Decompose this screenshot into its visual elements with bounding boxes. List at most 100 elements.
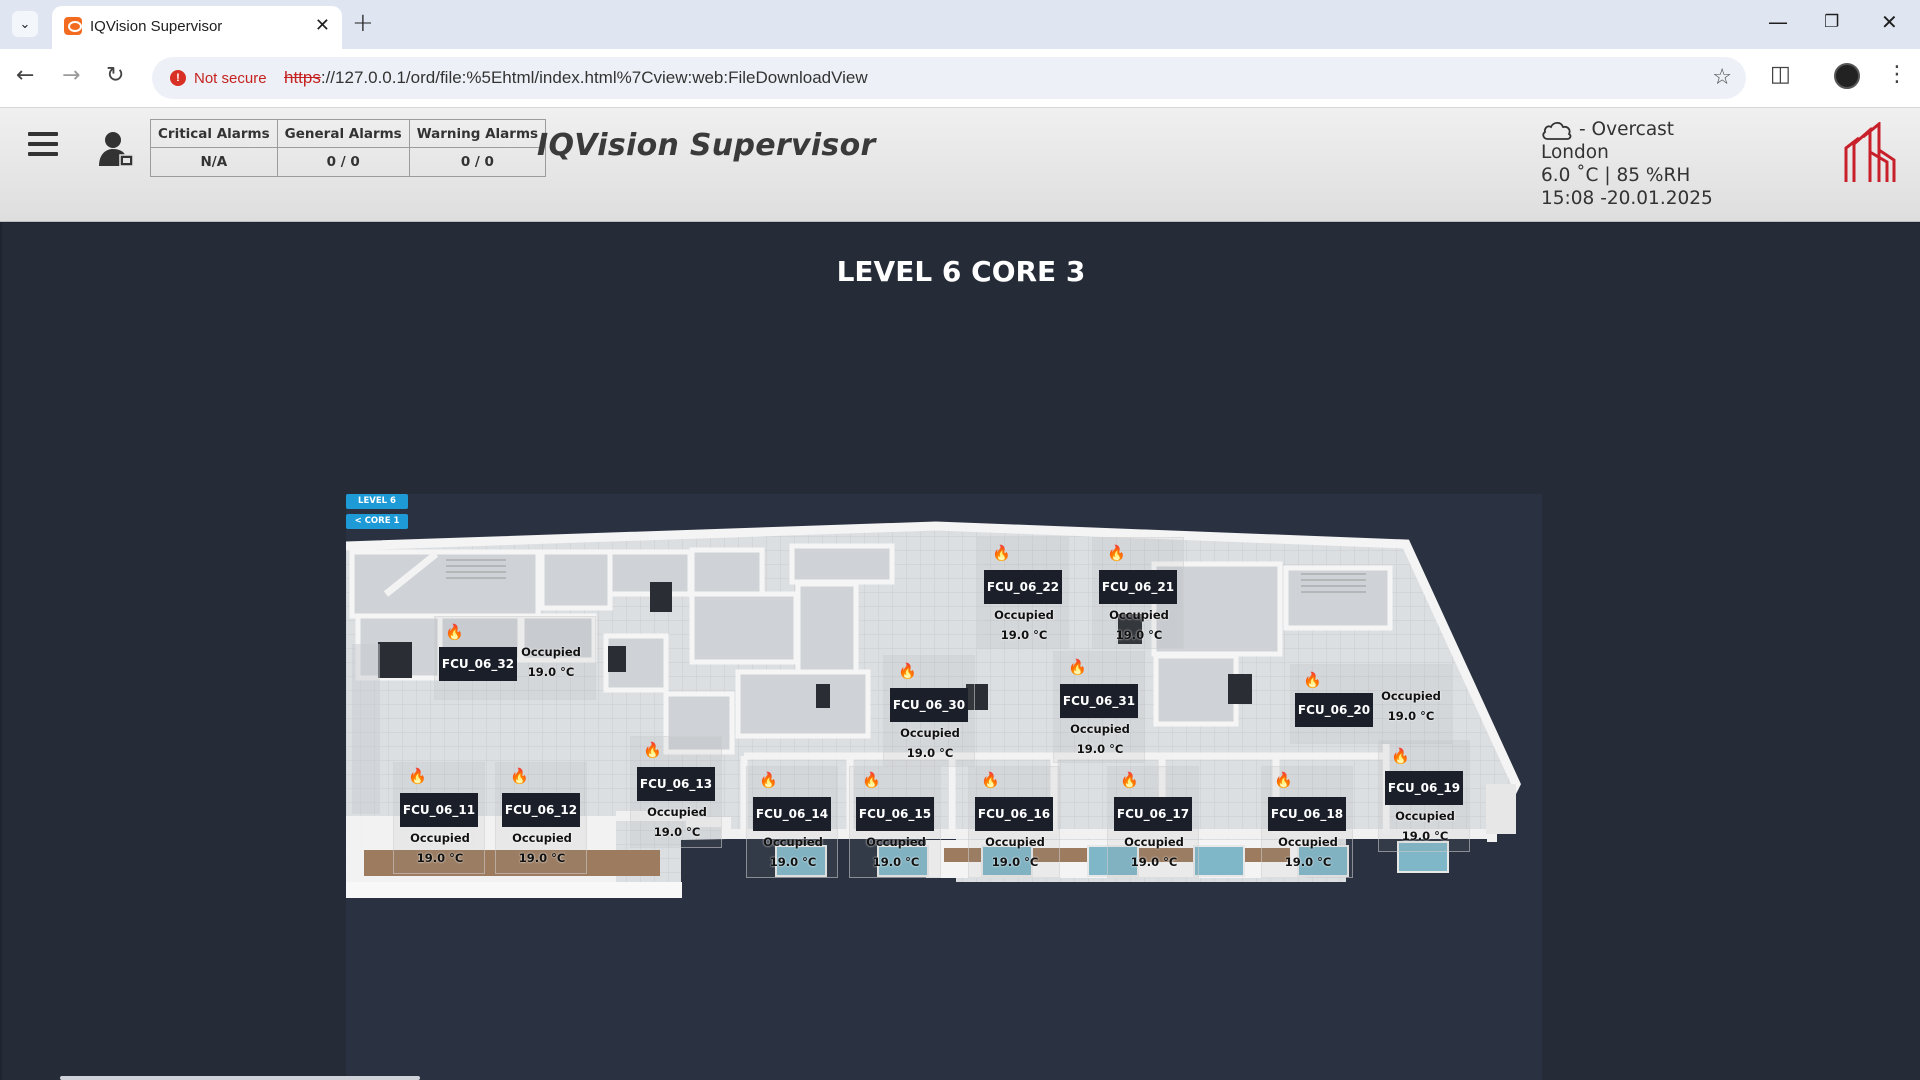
- fcu-temperature: 19.0 °C: [518, 851, 566, 865]
- fcu-name: FCU_06_12: [502, 793, 580, 827]
- heating-flame-icon: 🔥: [643, 741, 662, 759]
- heating-flame-icon: 🔥: [1120, 771, 1139, 789]
- close-tab-icon[interactable]: ✕: [315, 15, 330, 36]
- general-alarms-value[interactable]: 0 / 0: [276, 147, 410, 177]
- fcu-temperature: 19.0 °C: [991, 855, 1039, 869]
- fcu-tile[interactable]: 🔥 FCU_06_17 Occupied 19.0 °C: [1107, 766, 1199, 878]
- heating-flame-icon: 🔥: [510, 767, 529, 785]
- fcu-status: Occupied: [1381, 689, 1441, 703]
- user-settings-icon[interactable]: [98, 130, 134, 168]
- fcu-status: Occupied: [900, 726, 960, 740]
- url-text[interactable]: https://127.0.0.1/ord/file:%5Ehtml/index…: [284, 68, 868, 88]
- weather-panel: - Overcast London 6.0 ˚C | 85 %RH 15:08 …: [1541, 118, 1713, 210]
- fcu-status: Occupied: [1278, 835, 1338, 849]
- heating-flame-icon: 🔥: [1391, 747, 1410, 765]
- security-label: Not secure: [194, 69, 267, 87]
- weather-condition: - Overcast: [1579, 119, 1675, 140]
- fcu-tile[interactable]: 🔥 FCU_06_15 Occupied 19.0 °C: [849, 766, 941, 878]
- fcu-status: Occupied: [1109, 608, 1169, 622]
- fcu-temperature: 19.0 °C: [1284, 855, 1332, 869]
- fcu-tile[interactable]: 🔥 FCU_06_21 Occupied 19.0 °C: [1092, 537, 1184, 649]
- fcu-temperature: 19.0 °C: [1076, 742, 1124, 756]
- heating-flame-icon: 🔥: [408, 767, 427, 785]
- bookmark-star-icon[interactable]: ☆: [1712, 65, 1732, 90]
- heating-flame-icon: 🔥: [1274, 771, 1293, 789]
- fcu-temperature: 19.0 °C: [769, 855, 817, 869]
- fcu-status: Occupied: [512, 831, 572, 845]
- warning-alarms-header[interactable]: Warning Alarms: [408, 119, 547, 148]
- fcu-status: Occupied: [1395, 809, 1455, 823]
- fcu-status: Occupied: [1124, 835, 1184, 849]
- general-alarms-header[interactable]: General Alarms: [276, 119, 410, 148]
- fcu-temperature: 19.0 °C: [653, 825, 701, 839]
- fcu-temperature: 19.0 °C: [1000, 628, 1048, 642]
- fcu-status: Occupied: [763, 835, 823, 849]
- fcu-name: FCU_06_20: [1295, 693, 1373, 727]
- reload-icon[interactable]: ↻: [106, 63, 124, 88]
- hamburger-menu-icon[interactable]: [28, 132, 58, 162]
- heating-flame-icon: 🔥: [898, 662, 917, 680]
- fcu-status: Occupied: [647, 805, 707, 819]
- close-window-icon[interactable]: ✕: [1881, 10, 1898, 34]
- building-logo-icon[interactable]: [1843, 122, 1897, 184]
- warning-alarms-value[interactable]: 0 / 0: [408, 147, 547, 177]
- back-icon[interactable]: ←: [16, 63, 34, 88]
- page-title: LEVEL 6 CORE 3: [836, 255, 1086, 288]
- fcu-name: FCU_06_16: [975, 797, 1053, 831]
- profile-avatar[interactable]: [1834, 63, 1860, 89]
- fcu-tile[interactable]: 🔥 FCU_06_13 Occupied 19.0 °C: [630, 736, 722, 848]
- fcu-temperature: 19.0 °C: [1130, 855, 1178, 869]
- tab-list-dropdown-icon[interactable]: ⌄: [12, 11, 38, 37]
- alarm-summary-table[interactable]: Critical Alarms General Alarms Warning A…: [150, 119, 547, 177]
- fcu-status: Occupied: [1070, 722, 1130, 736]
- new-tab-icon[interactable]: +: [352, 8, 374, 38]
- weather-reading: 6.0 ˚C | 85 %RH: [1541, 165, 1691, 186]
- browser-toolbar: ← → ↻ ! Not secure https://127.0.0.1/ord…: [0, 49, 1920, 108]
- fcu-tile[interactable]: 🔥 FCU_06_20 Occupied 19.0 °C: [1290, 664, 1452, 744]
- fcu-tile[interactable]: 🔥 FCU_06_11 Occupied 19.0 °C: [393, 762, 485, 874]
- horizontal-scrollbar[interactable]: [60, 1076, 420, 1080]
- fcu-name: FCU_06_21: [1099, 570, 1177, 604]
- browser-tab-strip: ⌄ IQVision Supervisor ✕ + — ❐ ✕: [0, 0, 1920, 49]
- fcu-tile[interactable]: 🔥 FCU_06_19 Occupied 19.0 °C: [1378, 740, 1470, 852]
- fcu-tile[interactable]: 🔥 FCU_06_14 Occupied 19.0 °C: [746, 766, 838, 878]
- url-rest: ://127.0.0.1/ord/file:%5Ehtml/index.html…: [320, 68, 868, 87]
- level-6-link[interactable]: LEVEL 6: [346, 494, 408, 509]
- fcu-temperature: 19.0 °C: [416, 851, 464, 865]
- browser-tab[interactable]: IQVision Supervisor ✕: [52, 6, 342, 49]
- fcu-temperature: 19.0 °C: [872, 855, 920, 869]
- forward-icon[interactable]: →: [62, 63, 80, 88]
- fcu-tile[interactable]: 🔥 FCU_06_12 Occupied 19.0 °C: [495, 762, 587, 874]
- fcu-tile[interactable]: 🔥 FCU_06_16 Occupied 19.0 °C: [968, 766, 1060, 878]
- fcu-name: FCU_06_13: [637, 767, 715, 801]
- extensions-icon[interactable]: ◫: [1770, 62, 1791, 87]
- heating-flame-icon: 🔥: [862, 771, 881, 789]
- fcu-tile[interactable]: 🔥 FCU_06_18 Occupied 19.0 °C: [1261, 766, 1353, 878]
- fcu-name: FCU_06_14: [753, 797, 831, 831]
- fcu-tile[interactable]: 🔥 FCU_06_32 Occupied 19.0 °C: [434, 616, 596, 700]
- critical-alarms-value[interactable]: N/A: [150, 147, 278, 177]
- restore-icon[interactable]: ❐: [1824, 12, 1839, 32]
- fcu-tile[interactable]: 🔥 FCU_06_30 Occupied 19.0 °C: [883, 655, 975, 767]
- weather-datetime: 15:08 -20.01.2025: [1541, 188, 1713, 209]
- browser-menu-icon[interactable]: ⋮: [1886, 62, 1908, 87]
- heating-flame-icon: 🔥: [445, 623, 464, 641]
- cloud-icon: [1542, 121, 1572, 140]
- url-scheme: https: [284, 68, 321, 87]
- tab-title: IQVision Supervisor: [90, 18, 223, 35]
- fcu-tile[interactable]: 🔥 FCU_06_31 Occupied 19.0 °C: [1053, 651, 1145, 763]
- heating-flame-icon: 🔥: [759, 771, 778, 789]
- core-1-link[interactable]: < CORE 1: [346, 514, 408, 529]
- weather-city: London: [1541, 142, 1609, 163]
- app-title: IQVision Supervisor: [537, 128, 876, 163]
- minimize-icon[interactable]: —: [1768, 10, 1788, 34]
- critical-alarms-header[interactable]: Critical Alarms: [150, 119, 278, 148]
- security-indicator[interactable]: ! Not secure: [162, 63, 277, 93]
- address-bar[interactable]: ! Not secure https://127.0.0.1/ord/file:…: [152, 57, 1746, 99]
- heating-flame-icon: 🔥: [1107, 544, 1126, 562]
- heating-flame-icon: 🔥: [981, 771, 1000, 789]
- fcu-tile[interactable]: 🔥 FCU_06_22 Occupied 19.0 °C: [977, 537, 1069, 649]
- fcu-status: Occupied: [994, 608, 1054, 622]
- favicon-icon: [64, 17, 82, 35]
- fcu-temperature: 19.0 °C: [1387, 709, 1435, 723]
